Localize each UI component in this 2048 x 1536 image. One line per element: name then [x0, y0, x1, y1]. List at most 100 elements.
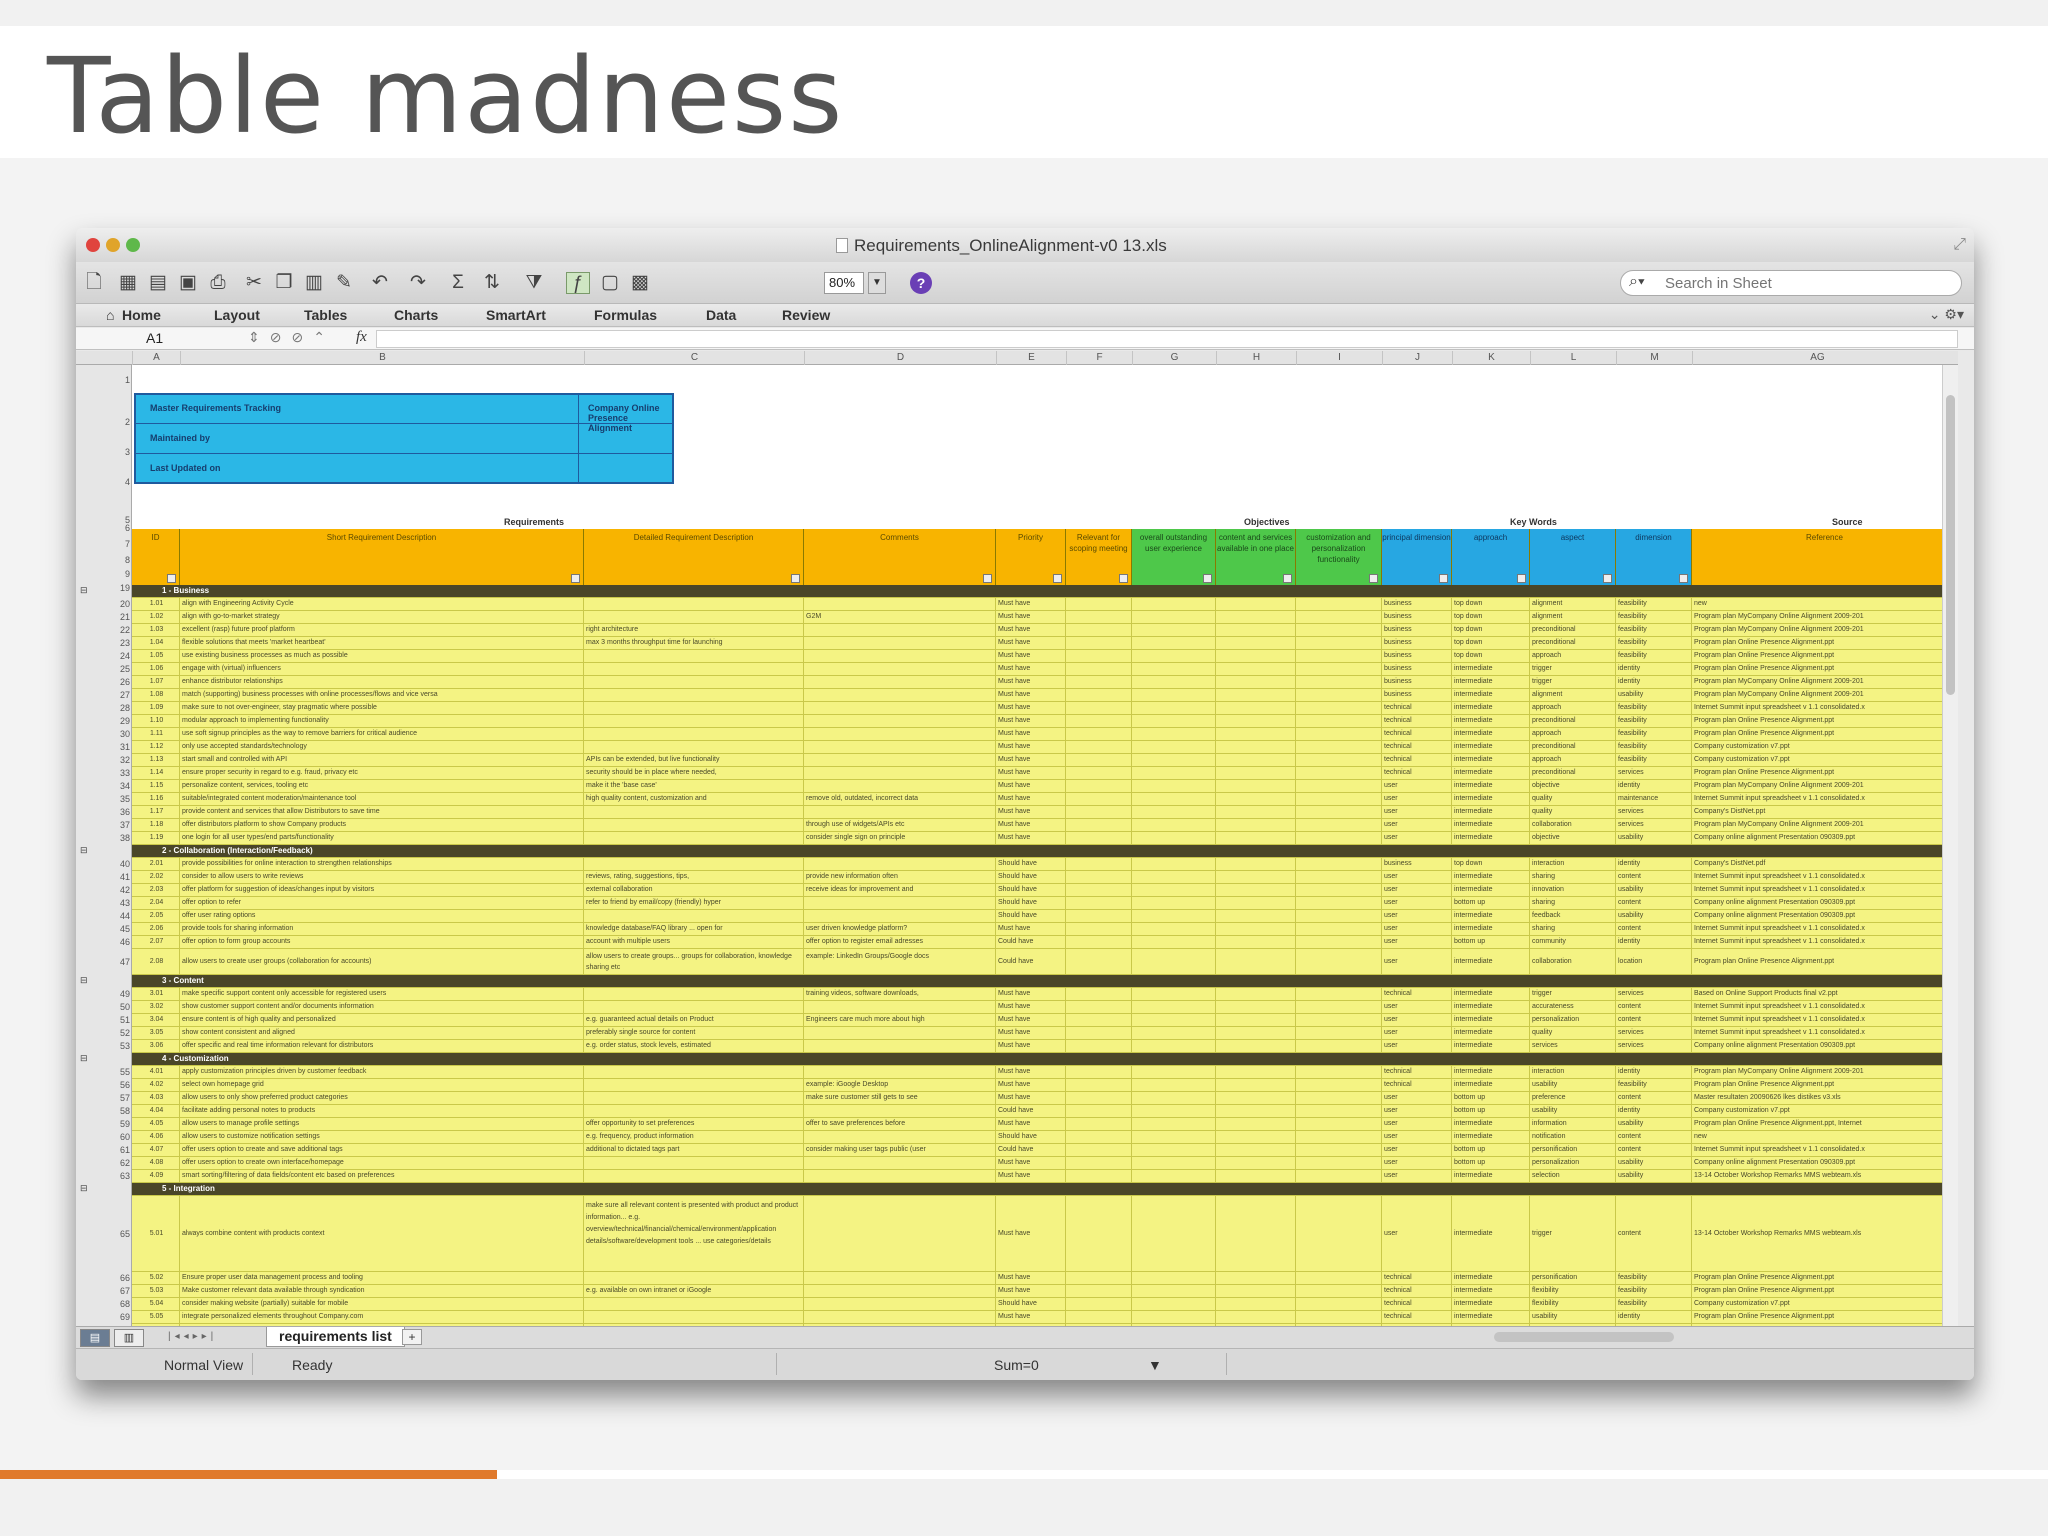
table-cell[interactable]	[1216, 598, 1296, 610]
table-cell[interactable]	[1132, 1040, 1216, 1052]
table-cell[interactable]	[1066, 1311, 1132, 1323]
table-row[interactable]: 4.08 offer users option to create own int…	[132, 1157, 1958, 1170]
table-cell[interactable]	[1216, 1157, 1296, 1169]
row-number[interactable]: 47	[104, 949, 130, 975]
row-number[interactable]: 21	[104, 611, 130, 624]
table-cell[interactable]: Program plan Online Presence Alignment.p…	[1692, 1272, 1958, 1284]
table-cell[interactable]: provide tools for sharing information	[180, 923, 584, 935]
table-cell[interactable]: reviews, rating, suggestions, tips,	[584, 871, 804, 883]
table-cell[interactable]: facilitate adding personal notes to prod…	[180, 1105, 584, 1117]
table-cell[interactable]: Should have	[996, 910, 1066, 922]
table-cell[interactable]	[804, 897, 996, 909]
collapse-group-icon[interactable]: ⊟	[80, 585, 88, 596]
table-cell[interactable]: intermediate	[1452, 988, 1530, 1000]
table-cell[interactable]: user	[1382, 1014, 1452, 1026]
table-row[interactable]: 4.05 allow users to manage profile settin…	[132, 1118, 1958, 1131]
table-cell[interactable]: feasibility	[1616, 741, 1692, 753]
table-cell[interactable]: allow users to only show preferred produ…	[180, 1092, 584, 1104]
table-cell[interactable]	[1216, 884, 1296, 896]
table-cell[interactable]: Must have	[996, 793, 1066, 805]
table-cell[interactable]: top down	[1452, 858, 1530, 870]
autosum-icon[interactable]: Σ	[446, 272, 470, 294]
table-cell[interactable]: enhance distributor relationships	[180, 676, 584, 688]
table-cell[interactable]: trigger	[1530, 676, 1616, 688]
table-cell[interactable]: 1.10	[132, 715, 180, 727]
table-cell[interactable]	[1216, 637, 1296, 649]
table-cell[interactable]	[584, 1105, 804, 1117]
table-cell[interactable]: intermediate	[1452, 754, 1530, 766]
table-cell[interactable]: flexibility	[1530, 1298, 1616, 1310]
table-cell[interactable]: business	[1382, 676, 1452, 688]
table-cell[interactable]	[1132, 598, 1216, 610]
table-cell[interactable]: Program plan Online Presence Alignment.p…	[1692, 715, 1958, 727]
table-cell[interactable]: 1.05	[132, 650, 180, 662]
table-cell[interactable]: Must have	[996, 650, 1066, 662]
table-cell[interactable]: external collaboration	[584, 884, 804, 896]
table-cell[interactable]: Company online alignment Presentation 09…	[1692, 832, 1958, 844]
table-row[interactable]: 3.01 make specific support content only a…	[132, 988, 1958, 1001]
tab-layout[interactable]: Layout	[214, 307, 260, 323]
table-cell[interactable]: interaction	[1530, 1066, 1616, 1078]
table-cell[interactable]: preconditional	[1530, 741, 1616, 753]
table-cell[interactable]	[1132, 936, 1216, 948]
row-number[interactable]: 3	[104, 447, 130, 457]
table-cell[interactable]	[1296, 1066, 1382, 1078]
gallery-icon[interactable]: ▦	[116, 272, 140, 294]
table-cell[interactable]: Program plan MyCompany Online Alignment …	[1692, 1066, 1958, 1078]
table-cell[interactable]: identity	[1616, 1105, 1692, 1117]
table-cell[interactable]: make it the 'base case'	[584, 780, 804, 792]
table-cell[interactable]: services	[1530, 1040, 1616, 1052]
table-cell[interactable]: sharing	[1530, 923, 1616, 935]
filter-dropdown-icon[interactable]	[1679, 574, 1688, 583]
row-number[interactable]: 41	[104, 871, 130, 884]
table-row[interactable]: 4.03 allow users to only show preferred p…	[132, 1092, 1958, 1105]
table-cell[interactable]	[1132, 1298, 1216, 1310]
table-cell[interactable]: user	[1382, 910, 1452, 922]
table-cell[interactable]	[804, 754, 996, 766]
section-header-row[interactable]: 1 - Business	[132, 585, 1958, 598]
table-cell[interactable]	[1066, 1118, 1132, 1130]
table-cell[interactable]: technical	[1382, 1272, 1452, 1284]
collapse-group-icon[interactable]: ⊟	[80, 1053, 88, 1064]
table-cell[interactable]: intermediate	[1452, 923, 1530, 935]
table-cell[interactable]	[1132, 676, 1216, 688]
table-cell[interactable]: usability	[1616, 1118, 1692, 1130]
table-cell[interactable]: feasibility	[1616, 1079, 1692, 1091]
table-cell[interactable]	[1216, 923, 1296, 935]
table-cell[interactable]: approach	[1530, 728, 1616, 740]
section-header-row[interactable]: 3 - Content	[132, 975, 1958, 988]
table-cell[interactable]: usability	[1616, 884, 1692, 896]
table-cell[interactable]: suitable/integrated content moderation/m…	[180, 793, 584, 805]
row-number[interactable]: 61	[104, 1144, 130, 1157]
table-cell[interactable]	[1216, 1040, 1296, 1052]
table-cell[interactable]	[1066, 832, 1132, 844]
row-number[interactable]: 28	[104, 702, 130, 715]
table-cell[interactable]: e.g. available on own intranet or iGoogl…	[584, 1285, 804, 1297]
table-cell[interactable]	[1296, 1040, 1382, 1052]
table-cell[interactable]: business	[1382, 624, 1452, 636]
table-cell[interactable]: allow users to create groups... groups f…	[584, 949, 804, 974]
table-cell[interactable]: Must have	[996, 1311, 1066, 1323]
table-cell[interactable]	[1066, 923, 1132, 935]
table-cell[interactable]: 1.16	[132, 793, 180, 805]
table-cell[interactable]: intermediate	[1452, 806, 1530, 818]
table-row[interactable]: 4.04 facilitate adding personal notes to …	[132, 1105, 1958, 1118]
table-row[interactable]: 5.03 Make customer relevant data availabl…	[132, 1285, 1958, 1298]
table-cell[interactable]: user	[1382, 1144, 1452, 1156]
table-cell[interactable]	[584, 988, 804, 1000]
table-cell[interactable]: feasibility	[1616, 702, 1692, 714]
table-cell[interactable]: user	[1382, 793, 1452, 805]
table-cell[interactable]: Must have	[996, 1092, 1066, 1104]
table-cell[interactable]	[804, 689, 996, 701]
save-icon[interactable]: ▣	[176, 272, 200, 294]
table-cell[interactable]	[1132, 1014, 1216, 1026]
table-cell[interactable]	[1132, 897, 1216, 909]
format-painter-icon[interactable]: ✎	[332, 272, 356, 294]
table-row[interactable]: 1.06 engage with (virtual) influencers Mus…	[132, 663, 1958, 676]
table-cell[interactable]	[1132, 806, 1216, 818]
table-cell[interactable]: Internet Summit input spreadsheet v 1.1 …	[1692, 1027, 1958, 1039]
row-number[interactable]: 34	[104, 780, 130, 793]
table-cell[interactable]: business	[1382, 611, 1452, 623]
table-cell[interactable]: 1.08	[132, 689, 180, 701]
row-number[interactable]: 4	[104, 477, 130, 487]
